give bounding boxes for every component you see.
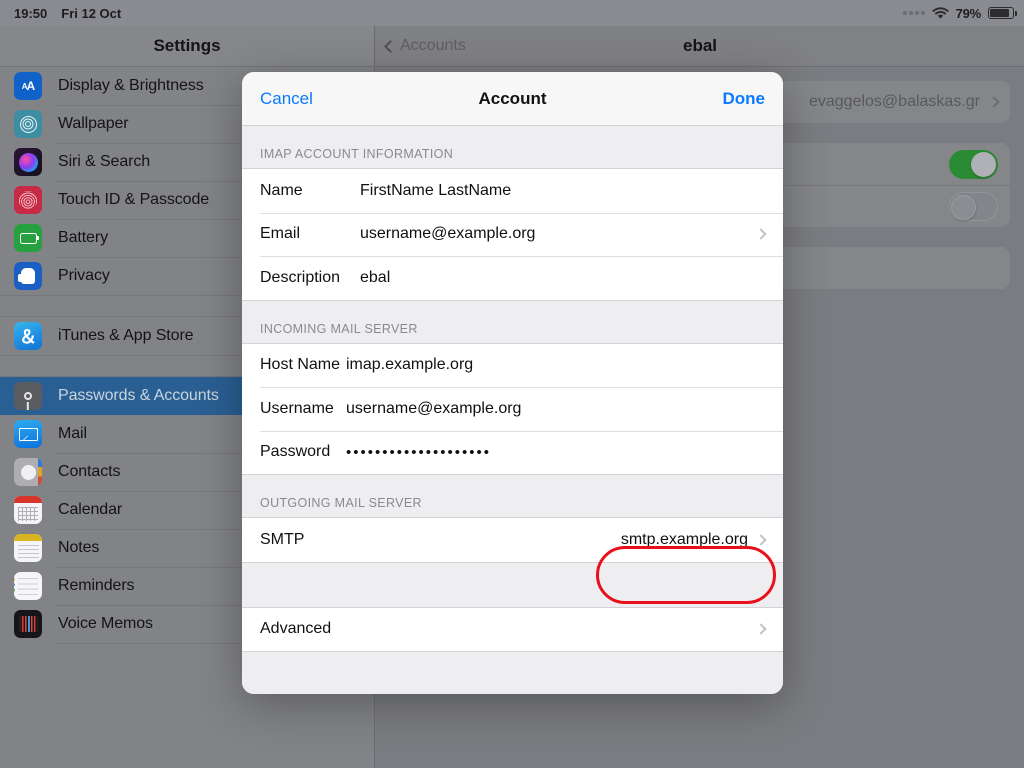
- sidebar-item-label: Calendar: [58, 501, 123, 518]
- modal-footer: [242, 652, 783, 682]
- sidebar-item-label: Reminders: [58, 577, 135, 594]
- sidebar-item-label: Privacy: [58, 267, 110, 284]
- incoming-mail-group: Host Name imap.example.org Username user…: [242, 342, 783, 475]
- reminders-icon: [14, 572, 42, 600]
- row-name[interactable]: Name FirstName LastName: [242, 169, 783, 213]
- row-key: Password: [260, 443, 331, 461]
- battery-icon: [988, 7, 1017, 19]
- toggle-knob: [971, 151, 996, 177]
- siri-search-icon: [14, 148, 42, 176]
- row-value[interactable]: imap.example.org: [346, 356, 473, 374]
- section-header-incoming: INCOMING MAIL SERVER: [260, 321, 418, 336]
- row-password[interactable]: Password ••••••••••••••••••••: [242, 430, 783, 474]
- chevron-right-icon: [755, 228, 767, 240]
- row-email[interactable]: Email username@example.org: [242, 212, 783, 256]
- sidebar-item-label: Voice Memos: [58, 615, 153, 632]
- sidebar-title: Settings: [0, 26, 374, 67]
- sidebar-item-label: Contacts: [58, 463, 121, 480]
- mail-icon: [14, 420, 42, 448]
- sidebar-item-label: Mail: [58, 425, 87, 442]
- privacy-hand-icon: [14, 262, 42, 290]
- row-key: SMTP: [260, 530, 305, 548]
- row-value[interactable]: username@example.org: [360, 225, 535, 243]
- section-header-imap: IMAP ACCOUNT INFORMATION: [260, 147, 454, 161]
- status-date: Fri 12 Oct: [61, 5, 122, 21]
- detail-navbar: Accounts ebal: [376, 26, 1024, 67]
- sidebar-item-label: Touch ID & Passcode: [58, 191, 210, 208]
- chevron-right-icon: [755, 534, 767, 546]
- sidebar-item-label: Display & Brightness: [58, 77, 204, 94]
- row-advanced[interactable]: Advanced: [242, 607, 783, 651]
- key-icon: [14, 382, 42, 410]
- status-time: 19:50: [14, 5, 48, 21]
- status-bar-left: 19:50 Fri 12 Oct: [14, 6, 121, 21]
- row-value[interactable]: ebal: [360, 269, 390, 287]
- touchid-icon: [14, 186, 42, 214]
- battery-percent: 79%: [955, 5, 982, 21]
- sidebar-item-label: iTunes & App Store: [58, 327, 194, 344]
- row-key: Description: [260, 268, 341, 286]
- sidebar-item-label: Siri & Search: [58, 153, 151, 170]
- notes-icon: [14, 534, 42, 562]
- status-bar: 19:50 Fri 12 Oct 79%: [0, 0, 1024, 26]
- imap-account-group: Name FirstName LastName Email username@e…: [242, 168, 783, 301]
- voice-memos-icon: [14, 610, 42, 638]
- row-description[interactable]: Description ebal: [242, 256, 783, 300]
- row-key: Email: [260, 225, 301, 243]
- advanced-group: Advanced: [242, 606, 783, 652]
- row-key: Advanced: [260, 620, 332, 638]
- row-value-smtp[interactable]: smtp.example.org: [621, 531, 748, 549]
- chevron-right-icon: [755, 623, 767, 635]
- row-value[interactable]: username@example.org: [346, 400, 521, 418]
- toggle-knob: [951, 194, 976, 220]
- wallpaper-icon: [14, 110, 42, 138]
- status-bar-right: 79%: [903, 5, 1017, 21]
- signal-dots-icon: [903, 11, 925, 15]
- account-modal: Cancel Account Done IMAP ACCOUNT INFORMA…: [242, 72, 783, 694]
- row-value-password[interactable]: ••••••••••••••••••••: [346, 445, 491, 460]
- sidebar-item-label: Wallpaper: [58, 115, 129, 132]
- section-header-outgoing: OUTGOING MAIL SERVER: [260, 496, 422, 510]
- chevron-right-icon: [988, 96, 1000, 108]
- display-brightness-icon: AA: [14, 72, 42, 100]
- outgoing-mail-group: SMTP smtp.example.org: [242, 517, 783, 563]
- ipad-screen: Settings AA Display & Brightness Wallpap…: [0, 0, 1024, 768]
- battery-icon: [14, 224, 42, 252]
- app-store-icon: ＆: [14, 322, 42, 350]
- account-email-value: evaggelos@balaskas.gr: [808, 93, 980, 110]
- wifi-icon: [932, 6, 949, 20]
- row-key: Username: [260, 399, 334, 417]
- row-smtp[interactable]: SMTP smtp.example.org: [242, 518, 783, 562]
- sidebar-item-label: Passwords & Accounts: [58, 387, 219, 404]
- contacts-icon: [14, 458, 42, 486]
- modal-body: IMAP ACCOUNT INFORMATION Name FirstName …: [242, 126, 783, 694]
- modal-navbar: Cancel Account Done: [242, 72, 783, 126]
- detail-title: ebal: [682, 36, 718, 55]
- row-key: Name: [260, 181, 303, 199]
- row-username[interactable]: Username username@example.org: [242, 387, 783, 431]
- row-key: Host Name: [260, 356, 341, 374]
- calendar-icon: [14, 496, 42, 524]
- row-host-name[interactable]: Host Name imap.example.org: [242, 343, 783, 387]
- sidebar-item-label: Battery: [58, 229, 108, 246]
- row-value[interactable]: FirstName LastName: [360, 182, 511, 200]
- notes-toggle[interactable]: [949, 191, 998, 221]
- mail-toggle[interactable]: [949, 149, 998, 179]
- modal-title: Account: [478, 88, 547, 108]
- section-spacer: [242, 562, 783, 607]
- sidebar-item-label: Notes: [58, 539, 100, 556]
